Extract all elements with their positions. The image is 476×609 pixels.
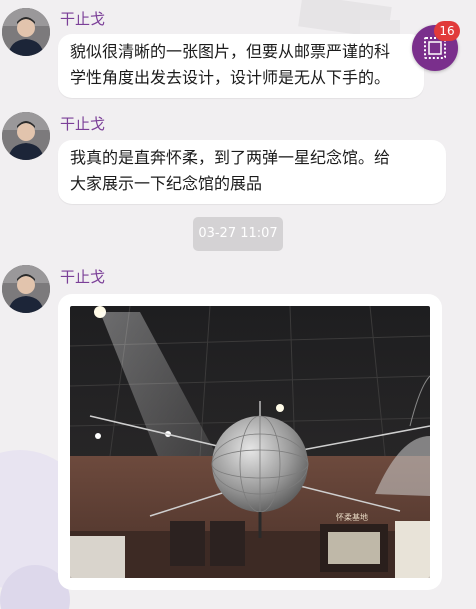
sender-avatar[interactable]	[2, 8, 50, 56]
sender-avatar[interactable]	[2, 265, 50, 313]
avatar-image	[2, 265, 50, 313]
sender-name[interactable]: 干止戈	[60, 113, 105, 134]
sender-avatar[interactable]	[2, 112, 50, 160]
message-bubble[interactable]: 貌似很清晰的一张图片，但要从邮票严谨的科 学性角度出发去设计，设计师是无从下手的…	[58, 34, 424, 98]
message-text-line: 貌似很清晰的一张图片，但要从邮票严谨的科	[70, 42, 391, 61]
avatar-image	[2, 112, 50, 160]
stamp-shortcut-button[interactable]: 16	[412, 21, 460, 71]
sender-name[interactable]: 干止戈	[60, 266, 105, 287]
satellite-exhibit-image: 怀柔基地	[70, 306, 430, 578]
sender-name[interactable]: 干止戈	[60, 8, 105, 29]
message-text-line: 学性角度出发去设计，设计师是无从下手的。	[70, 68, 391, 87]
message-text-line: 大家展示一下纪念馆的展品	[70, 174, 263, 193]
image-message-bubble[interactable]: 怀柔基地	[58, 294, 442, 590]
message-bubble[interactable]: 我真的是直奔怀柔，到了两弹一星纪念馆。给 大家展示一下纪念馆的展品	[58, 140, 446, 204]
avatar-image	[2, 8, 50, 56]
exhibit-photo[interactable]: 怀柔基地	[70, 306, 430, 578]
exhibit-sign-text: 怀柔基地	[336, 512, 368, 522]
message-text-line: 我真的是直奔怀柔，到了两弹一星纪念馆。给	[70, 148, 391, 167]
timestamp-divider: 03-27 11:07	[193, 217, 283, 251]
notification-count-badge: 16	[434, 21, 460, 41]
